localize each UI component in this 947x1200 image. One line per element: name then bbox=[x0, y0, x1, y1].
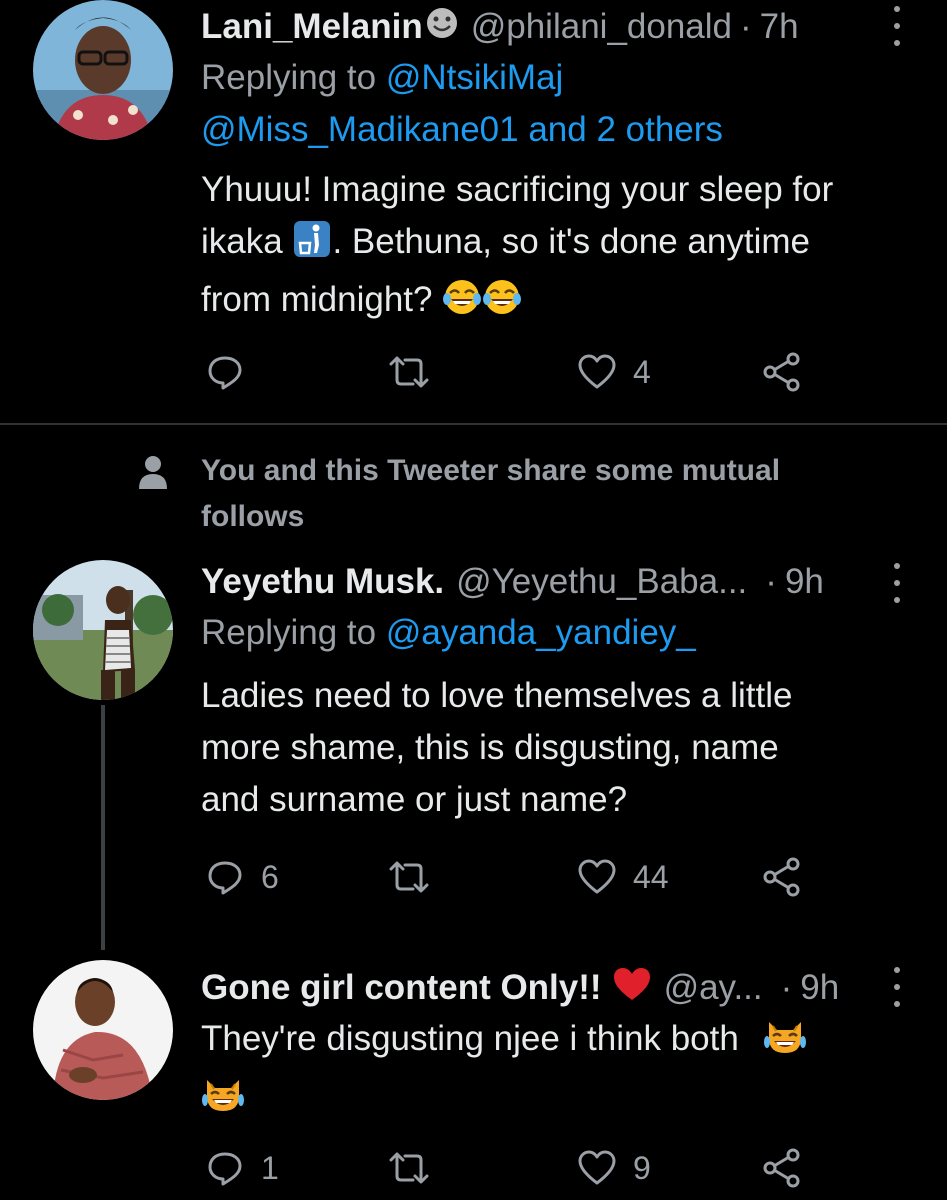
tweet-actions: 1 9 bbox=[201, 1143, 821, 1193]
timestamp[interactable]: 9h bbox=[800, 968, 839, 1008]
tweet-divider bbox=[0, 423, 947, 425]
display-name[interactable]: Gone girl content Only!! bbox=[201, 968, 602, 1008]
like-button[interactable]: 9 bbox=[577, 1143, 651, 1193]
tweet-3[interactable]: Gone girl content Only!! @ay... · 9h The… bbox=[0, 955, 947, 1200]
thread-line bbox=[101, 705, 105, 950]
display-name[interactable]: Yeyethu Musk. bbox=[201, 562, 444, 602]
tweet-actions: 4 bbox=[201, 347, 821, 397]
mutual-follows-text: You and this Tweeter share some mutual f… bbox=[201, 454, 781, 533]
share-icon bbox=[763, 352, 800, 392]
replying-prefix: Replying to bbox=[201, 58, 386, 97]
litter-bin-emoji bbox=[292, 219, 332, 274]
red-heart-emoji bbox=[612, 966, 652, 1011]
user-handle[interactable]: @ay... bbox=[664, 968, 763, 1008]
reply-count: 6 bbox=[261, 858, 279, 895]
mention-others-link[interactable]: @Miss_Madikane01 and 2 others bbox=[201, 110, 723, 149]
tweet-text-line: and surname or just name? bbox=[201, 780, 628, 819]
more-options-icon[interactable] bbox=[889, 967, 905, 1007]
replying-prefix: Replying to bbox=[201, 613, 386, 652]
tweet-text-line: Yhuuu! Imagine sacrificing your sleep fo… bbox=[201, 170, 834, 209]
tweet-header: Gone girl content Only!! @ay... · 9h bbox=[201, 963, 907, 1013]
reply-icon bbox=[208, 1152, 242, 1186]
like-count: 4 bbox=[633, 353, 651, 390]
share-icon bbox=[763, 857, 800, 897]
tweet-header: Lani_Melanin @philani_donald · 7h bbox=[201, 2, 907, 52]
separator-dot: · bbox=[765, 562, 777, 601]
reply-button[interactable]: 6 bbox=[205, 852, 279, 902]
reply-button[interactable] bbox=[205, 347, 261, 397]
tweet-text-line: more shame, this is disgusting, name bbox=[201, 728, 779, 767]
like-button[interactable]: 4 bbox=[577, 347, 651, 397]
tweet-text-fragment: from midnight? bbox=[201, 280, 443, 319]
mention-link[interactable]: @NtsikiMaj bbox=[386, 58, 563, 97]
tweet-1[interactable]: Lani_Melanin @philani_donald · 7h Replyi… bbox=[0, 0, 947, 420]
like-button[interactable]: 44 bbox=[577, 852, 669, 902]
tweet-text-line: ikaka . Bethuna, so it's done anytime bbox=[201, 216, 921, 274]
smiley-emoji bbox=[425, 6, 459, 49]
cat-tears-of-joy-emoji bbox=[763, 1016, 807, 1071]
person-icon bbox=[139, 456, 167, 489]
replying-to-others: @Miss_Madikane01 and 2 others bbox=[201, 110, 723, 150]
tweet-text: Ladies need to love themselves a little … bbox=[201, 670, 921, 826]
like-count: 9 bbox=[633, 1149, 651, 1186]
avatar[interactable] bbox=[33, 960, 173, 1100]
mention-link[interactable]: @ayanda_yandiey_ bbox=[386, 613, 696, 652]
replying-to: Replying to @ayanda_yandiey_ bbox=[201, 613, 696, 653]
share-button[interactable] bbox=[761, 852, 803, 902]
tweet-text-fragment: They're disgusting njee i think both bbox=[201, 1019, 749, 1058]
tweet-text: Yhuuu! Imagine sacrificing your sleep fo… bbox=[201, 164, 921, 332]
more-options-icon[interactable] bbox=[889, 563, 905, 603]
user-handle[interactable]: @Yeyethu_Baba... bbox=[456, 562, 747, 602]
timestamp[interactable]: 9h bbox=[785, 562, 824, 602]
tears-of-joy-emoji bbox=[442, 277, 482, 332]
tweet-text-fragment: ikaka bbox=[201, 222, 293, 261]
replying-to: Replying to @NtsikiMaj bbox=[201, 58, 563, 98]
more-options-icon[interactable] bbox=[889, 6, 905, 46]
separator-dot: · bbox=[780, 968, 793, 1007]
user-handle[interactable]: @philani_donald bbox=[471, 7, 732, 47]
heart-icon bbox=[578, 1150, 616, 1185]
tweet-text-line: Ladies need to love themselves a little bbox=[201, 676, 793, 715]
heart-icon bbox=[578, 859, 616, 894]
tears-of-joy-emoji bbox=[482, 277, 522, 332]
tweet-text-line: They're disgusting njee i think both bbox=[201, 1013, 921, 1071]
timestamp[interactable]: 7h bbox=[760, 7, 799, 47]
reply-button[interactable]: 1 bbox=[205, 1143, 279, 1193]
share-button[interactable] bbox=[761, 347, 803, 397]
retweet-button[interactable] bbox=[387, 347, 431, 397]
retweet-icon bbox=[389, 356, 429, 388]
tweet-header: Yeyethu Musk. @Yeyethu_Baba... · 9h bbox=[201, 557, 907, 607]
separator-dot: · bbox=[740, 7, 752, 46]
tweet-text-fragment: . Bethuna, so it's done anytime bbox=[332, 222, 810, 261]
tweet-text-line bbox=[201, 1071, 921, 1129]
display-name[interactable]: Lani_Melanin bbox=[201, 7, 423, 47]
share-icon bbox=[763, 1148, 800, 1188]
retweet-button[interactable] bbox=[387, 1143, 431, 1193]
avatar[interactable] bbox=[33, 0, 173, 140]
tweet-2[interactable]: Yeyethu Musk. @Yeyethu_Baba... · 9h Repl… bbox=[0, 555, 947, 950]
retweet-icon bbox=[389, 861, 429, 893]
tweet-text: They're disgusting njee i think both bbox=[201, 1013, 921, 1129]
cat-tears-of-joy-emoji bbox=[201, 1074, 245, 1129]
like-count: 44 bbox=[633, 858, 669, 895]
reply-icon bbox=[208, 861, 242, 895]
retweet-icon bbox=[389, 1152, 429, 1184]
reply-count: 1 bbox=[261, 1149, 279, 1186]
tweet-actions: 6 44 bbox=[201, 852, 821, 902]
share-button[interactable] bbox=[761, 1143, 803, 1193]
retweet-button[interactable] bbox=[387, 852, 431, 902]
heart-icon bbox=[578, 354, 616, 389]
avatar[interactable] bbox=[33, 560, 173, 700]
reply-icon bbox=[208, 356, 242, 390]
tweet-text-line: from midnight? bbox=[201, 274, 921, 332]
